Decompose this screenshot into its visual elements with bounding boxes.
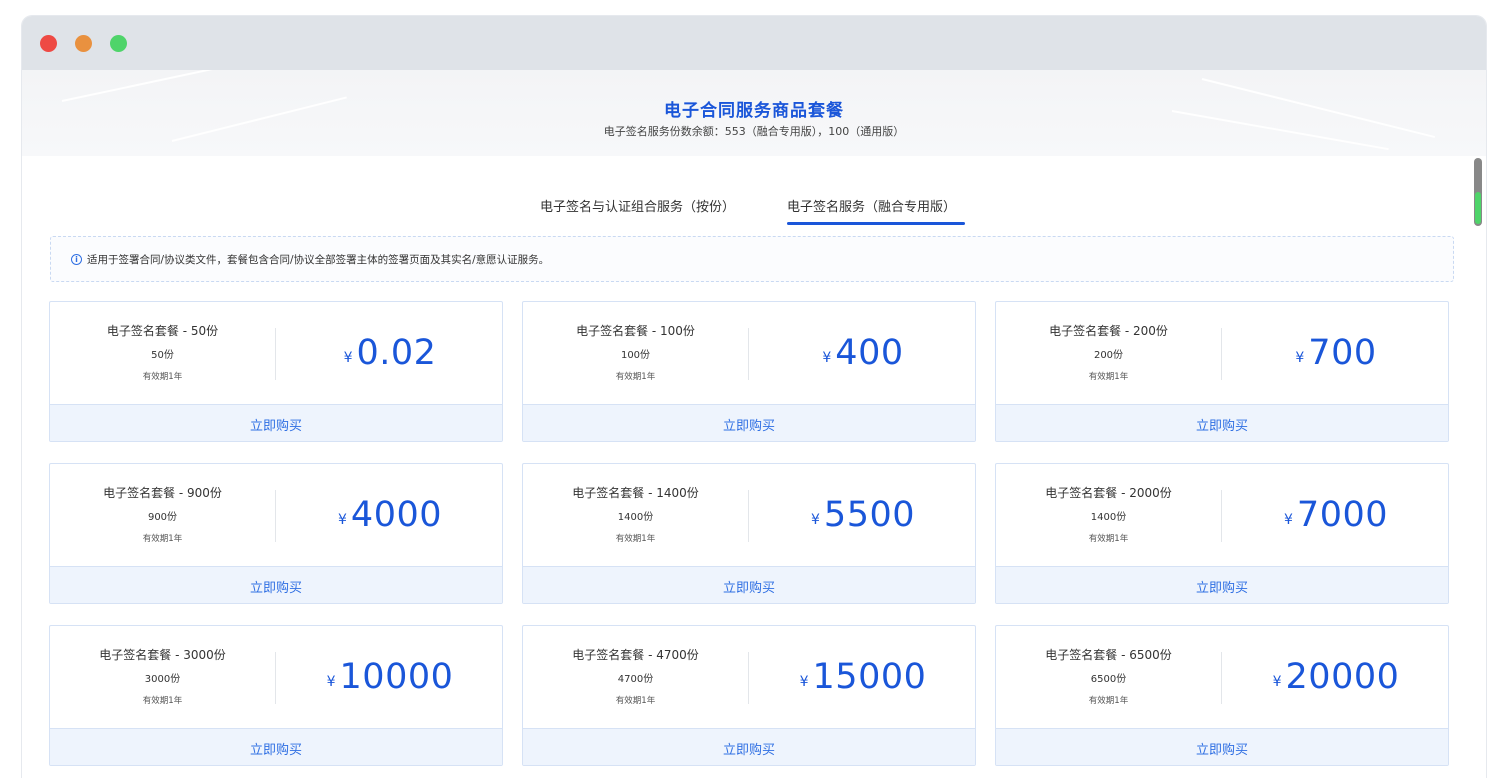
currency-symbol: ¥ [799, 674, 809, 690]
package-card: 电子签名套餐 - 4700份 4700份 有效期1年 ¥ 15000 立即购买 [522, 625, 976, 766]
price-amount: 0.02 [356, 333, 437, 373]
price-amount: 400 [835, 333, 904, 373]
price-amount: 5500 [823, 495, 915, 535]
package-quantity: 100份 [620, 350, 651, 361]
tab-signature-fusion[interactable]: 电子签名服务（融合专用版） [787, 196, 956, 215]
buy-now-button[interactable]: 立即购买 [523, 404, 975, 441]
package-validity: 有效期1年 [615, 372, 656, 382]
minimize-window-icon[interactable] [75, 35, 92, 52]
buy-now-button[interactable]: 立即购买 [523, 728, 975, 765]
buy-now-button[interactable]: 立即购买 [50, 728, 502, 765]
package-name: 电子签名套餐 - 900份 [103, 486, 222, 500]
buy-now-button[interactable]: 立即购买 [50, 566, 502, 603]
package-name: 电子签名套餐 - 2000份 [1045, 486, 1172, 500]
package-card: 电子签名套餐 - 50份 50份 有效期1年 ¥ 0.02 立即购买 [49, 301, 503, 442]
package-name: 电子签名套餐 - 50份 [106, 324, 219, 338]
package-quantity: 6500份 [1090, 674, 1127, 685]
notice-banner: i 适用于签署合同/协议类文件，套餐包含合同/协议全部签署主体的签署页面及其实名… [50, 236, 1454, 282]
page-banner: 电子合同服务商品套餐 电子签名服务份数余额：553（融合专用版），100（通用版… [22, 70, 1486, 156]
package-validity: 有效期1年 [142, 534, 183, 544]
package-name: 电子签名套餐 - 100份 [576, 324, 695, 338]
package-validity: 有效期1年 [615, 534, 656, 544]
price-amount: 700 [1308, 333, 1377, 373]
package-card: 电子签名套餐 - 3000份 3000份 有效期1年 ¥ 10000 立即购买 [49, 625, 503, 766]
price-amount: 15000 [812, 657, 927, 697]
package-quantity: 3000份 [144, 674, 181, 685]
package-info: 电子签名套餐 - 1400份 1400份 有效期1年 [523, 464, 748, 566]
package-price: ¥ 0.02 [276, 302, 502, 404]
package-quantity: 50份 [151, 350, 174, 361]
service-tabs: 电子签名与认证组合服务（按份） 电子签名服务（融合专用版） [22, 196, 1486, 228]
balance-summary: 电子签名服务份数余额：553（融合专用版），100（通用版） [603, 125, 905, 138]
price-amount: 7000 [1296, 495, 1388, 535]
package-name: 电子签名套餐 - 200份 [1049, 324, 1168, 338]
page-title: 电子合同服务商品套餐 [664, 101, 844, 121]
package-name: 电子签名套餐 - 1400份 [572, 486, 699, 500]
active-tab-indicator [787, 222, 965, 225]
close-window-icon[interactable] [40, 35, 57, 52]
package-info: 电子签名套餐 - 6500份 6500份 有效期1年 [996, 626, 1221, 728]
currency-symbol: ¥ [822, 350, 832, 366]
package-quantity: 900份 [147, 512, 178, 523]
package-price: ¥ 400 [749, 302, 975, 404]
currency-symbol: ¥ [343, 350, 353, 366]
package-info: 电子签名套餐 - 3000份 3000份 有效期1年 [50, 626, 275, 728]
currency-symbol: ¥ [1284, 512, 1293, 528]
currency-symbol: ¥ [338, 512, 347, 528]
package-name: 电子签名套餐 - 4700份 [572, 648, 699, 662]
package-card: 电子签名套餐 - 900份 900份 有效期1年 ¥ 4000 立即购买 [49, 463, 503, 604]
package-validity: 有效期1年 [1088, 534, 1129, 544]
package-quantity: 200份 [1093, 350, 1124, 361]
package-validity: 有效期1年 [142, 696, 183, 706]
package-name: 电子签名套餐 - 3000份 [99, 648, 226, 662]
currency-symbol: ¥ [326, 674, 336, 690]
buy-now-button[interactable]: 立即购买 [996, 566, 1448, 603]
info-icon: i [71, 253, 82, 265]
price-amount: 4000 [350, 495, 442, 535]
package-validity: 有效期1年 [1088, 372, 1129, 382]
package-quantity: 4700份 [617, 674, 654, 685]
package-validity: 有效期1年 [615, 696, 656, 706]
window-titlebar [22, 16, 1486, 70]
package-info: 电子签名套餐 - 50份 50份 有效期1年 [50, 302, 275, 404]
package-card: 电子签名套餐 - 2000份 1400份 有效期1年 ¥ 7000 立即购买 [995, 463, 1449, 604]
package-name: 电子签名套餐 - 6500份 [1045, 648, 1172, 662]
package-card: 电子签名套餐 - 6500份 6500份 有效期1年 ¥ 20000 立即购买 [995, 625, 1449, 766]
package-quantity: 1400份 [1090, 512, 1127, 523]
buy-now-button[interactable]: 立即购买 [996, 728, 1448, 765]
price-amount: 10000 [339, 657, 454, 697]
currency-symbol: ¥ [1295, 350, 1305, 366]
currency-symbol: ¥ [811, 512, 820, 528]
package-card: 电子签名套餐 - 100份 100份 有效期1年 ¥ 400 立即购买 [522, 301, 976, 442]
package-info: 电子签名套餐 - 900份 900份 有效期1年 [50, 464, 275, 566]
package-quantity: 1400份 [617, 512, 654, 523]
notice-text: 适用于签署合同/协议类文件，套餐包含合同/协议全部签署主体的签署页面及其实名/意… [87, 253, 550, 266]
maximize-window-icon[interactable] [110, 35, 127, 52]
package-validity: 有效期1年 [1088, 696, 1129, 706]
buy-now-button[interactable]: 立即购买 [523, 566, 975, 603]
vertical-scrollbar[interactable] [1474, 156, 1482, 636]
package-price: ¥ 4000 [276, 464, 502, 566]
package-price: ¥ 10000 [276, 626, 502, 728]
currency-symbol: ¥ [1272, 674, 1282, 690]
package-price: ¥ 20000 [1222, 626, 1448, 728]
browser-window: 电子合同服务商品套餐 电子签名服务份数余额：553（融合专用版），100（通用版… [22, 16, 1486, 778]
package-price: ¥ 5500 [749, 464, 975, 566]
package-info: 电子签名套餐 - 200份 200份 有效期1年 [996, 302, 1221, 404]
package-price: ¥ 700 [1222, 302, 1448, 404]
package-info: 电子签名套餐 - 2000份 1400份 有效期1年 [996, 464, 1221, 566]
tab-signature-auth-combo[interactable]: 电子签名与认证组合服务（按份） [540, 196, 735, 215]
package-card: 电子签名套餐 - 200份 200份 有效期1年 ¥ 700 立即购买 [995, 301, 1449, 442]
price-amount: 20000 [1285, 657, 1400, 697]
buy-now-button[interactable]: 立即购买 [996, 404, 1448, 441]
package-card: 电子签名套餐 - 1400份 1400份 有效期1年 ¥ 5500 立即购买 [522, 463, 976, 604]
package-validity: 有效期1年 [142, 372, 183, 382]
package-price: ¥ 15000 [749, 626, 975, 728]
buy-now-button[interactable]: 立即购买 [50, 404, 502, 441]
package-info: 电子签名套餐 - 100份 100份 有效期1年 [523, 302, 748, 404]
package-price: ¥ 7000 [1222, 464, 1448, 566]
package-info: 电子签名套餐 - 4700份 4700份 有效期1年 [523, 626, 748, 728]
